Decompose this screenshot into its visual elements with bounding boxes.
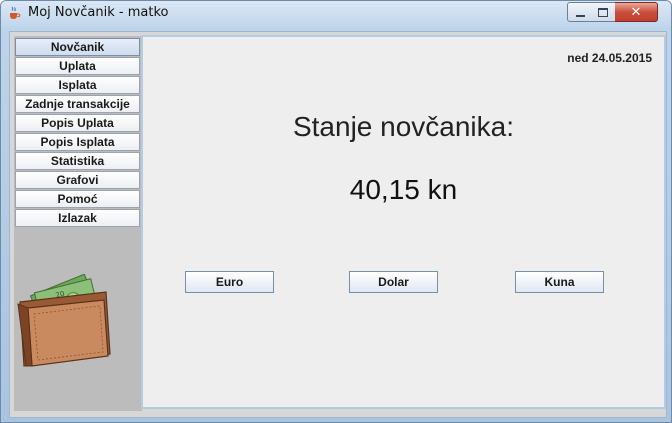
sidebar-item-label: Pomoć — [57, 192, 98, 206]
sidebar-item-label: Statistika — [50, 154, 105, 168]
java-cup-icon — [10, 6, 21, 19]
sidebar-item-label: Novčanik — [50, 40, 105, 54]
sidebar-item-label: Zadnje transakcije — [25, 97, 130, 111]
sidebar-item-pomoc[interactable]: Pomoć — [15, 190, 140, 208]
sidebar-item-statistika[interactable]: Statistika — [15, 152, 140, 170]
kuna-button[interactable]: Kuna — [515, 271, 604, 293]
wallet-icon: 20 — [17, 274, 111, 367]
euro-button[interactable]: Euro — [185, 271, 274, 293]
sidebar-item-zadnje-transakcije[interactable]: Zadnje transakcije — [15, 95, 140, 113]
dolar-button[interactable]: Dolar — [349, 271, 438, 293]
sidebar-item-uplata[interactable]: Uplata — [15, 57, 140, 75]
sidebar-item-label: Izlazak — [58, 211, 97, 225]
kuna-button-label: Kuna — [544, 275, 575, 289]
minimize-button[interactable] — [567, 2, 593, 22]
close-icon: ✕ — [630, 4, 642, 20]
sidebar-item-label: Uplata — [59, 59, 96, 73]
sidebar-item-label: Isplata — [58, 78, 97, 92]
title-bar[interactable]: Moj Novčanik - matko ✕ — [1, 1, 671, 27]
maximize-button[interactable] — [591, 2, 616, 22]
sidebar-item-popis-isplata[interactable]: Popis Isplata — [15, 133, 140, 151]
balance-heading: Stanje novčanika: — [292, 111, 515, 142]
sidebar-item-novcanik[interactable]: Novčanik — [15, 38, 140, 56]
sidebar-item-izlazak[interactable]: Izlazak — [15, 209, 140, 227]
sidebar-item-label: Grafovi — [56, 173, 99, 187]
sidebar-item-isplata[interactable]: Isplata — [15, 76, 140, 94]
sidebar-item-grafovi[interactable]: Grafovi — [15, 171, 140, 189]
minimize-icon — [575, 14, 585, 17]
sidebar: Novčanik Uplata Isplata Zadnje transakci… — [14, 36, 142, 411]
close-button[interactable]: ✕ — [615, 2, 658, 22]
main-panel: ned 24.05.2015 Stanje novčanika: 40,15 k… — [141, 35, 666, 409]
euro-button-label: Euro — [215, 275, 244, 289]
client-area: Novčanik Uplata Isplata Zadnje transakci… — [9, 31, 667, 418]
balance-amount: 40,15 kn — [349, 174, 458, 205]
maximize-icon — [598, 7, 608, 17]
dolar-button-label: Dolar — [378, 275, 409, 289]
sidebar-item-popis-uplata[interactable]: Popis Uplata — [15, 114, 140, 132]
app-window: Moj Novčanik - matko ✕ Novčanik Uplata I… — [0, 0, 672, 423]
sidebar-item-label: Popis Uplata — [41, 116, 114, 130]
window-title: Moj Novčanik - matko — [28, 5, 169, 20]
sidebar-item-label: Popis Isplata — [40, 135, 115, 149]
current-date: ned 24.05.2015 — [567, 51, 652, 65]
